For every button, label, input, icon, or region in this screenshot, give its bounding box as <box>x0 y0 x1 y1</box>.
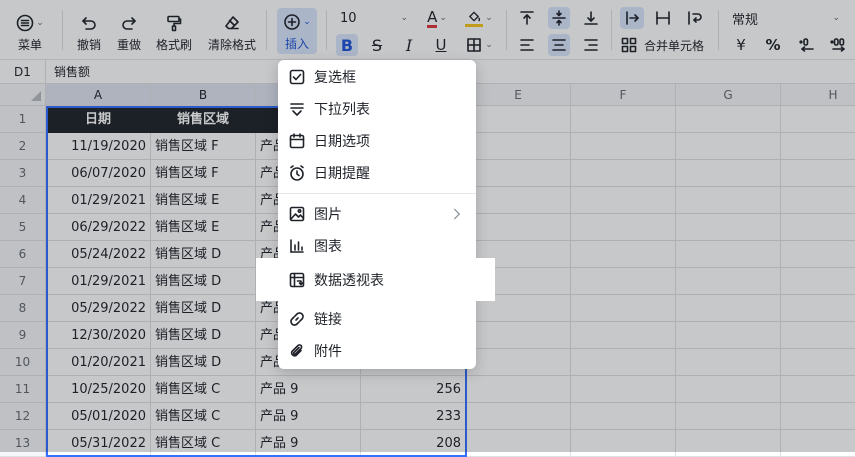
menu-item-label: 复选框 <box>314 70 356 86</box>
menu-item-label: 图表 <box>314 239 342 255</box>
menu-item-alarm-clock[interactable]: 日期提醒 <box>278 157 476 189</box>
chevron-right-icon <box>450 207 464 225</box>
menu-item-label: 日期选项 <box>314 134 370 150</box>
menu-item-pivot-table-highlighted[interactable]: 数据透视表 <box>256 258 495 301</box>
image-icon <box>288 205 306 223</box>
menu-item-label: 附件 <box>314 344 342 360</box>
chart-icon <box>288 237 306 255</box>
menu-item-calendar[interactable]: 日期选项 <box>278 125 476 157</box>
menu-item-label: 日期提醒 <box>314 166 370 182</box>
menu-item-dropdown-list[interactable]: 下拉列表 <box>278 93 476 125</box>
menu-item-attachment[interactable]: 附件 <box>278 335 476 367</box>
menu-divider <box>278 193 476 194</box>
menu-item-checkbox[interactable]: 复选框 <box>278 61 476 93</box>
pivot-table-icon <box>288 271 306 289</box>
menu-item-label: 图片 <box>314 207 342 223</box>
menu-item-label: 数据透视表 <box>314 272 384 289</box>
attachment-icon <box>288 342 306 360</box>
menu-item-label: 下拉列表 <box>314 102 370 118</box>
calendar-icon <box>288 132 306 150</box>
menu-item-image[interactable]: 图片 <box>278 198 476 230</box>
insert-menu: 复选框下拉列表日期选项日期提醒图片图表数据透视表链接附件 <box>278 60 476 369</box>
menu-item-link[interactable]: 链接 <box>278 303 476 335</box>
menu-item-label: 链接 <box>314 312 342 328</box>
dropdown-list-icon <box>288 100 306 118</box>
checkbox-icon <box>288 68 306 86</box>
link-icon <box>288 310 306 328</box>
alarm-clock-icon <box>288 164 306 182</box>
